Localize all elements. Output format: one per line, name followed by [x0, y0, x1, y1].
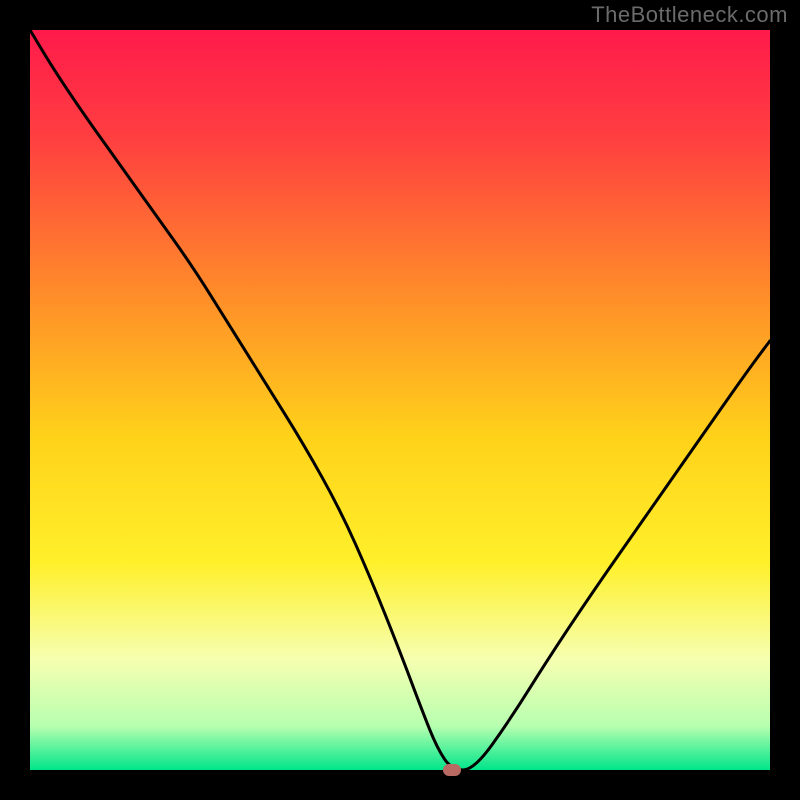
- plot-svg: [30, 30, 770, 770]
- gradient-background: [30, 30, 770, 770]
- chart-frame: TheBottleneck.com: [0, 0, 800, 800]
- watermark-text: TheBottleneck.com: [591, 2, 788, 28]
- minimum-point-marker: [443, 764, 461, 776]
- plot-area: [30, 30, 770, 770]
